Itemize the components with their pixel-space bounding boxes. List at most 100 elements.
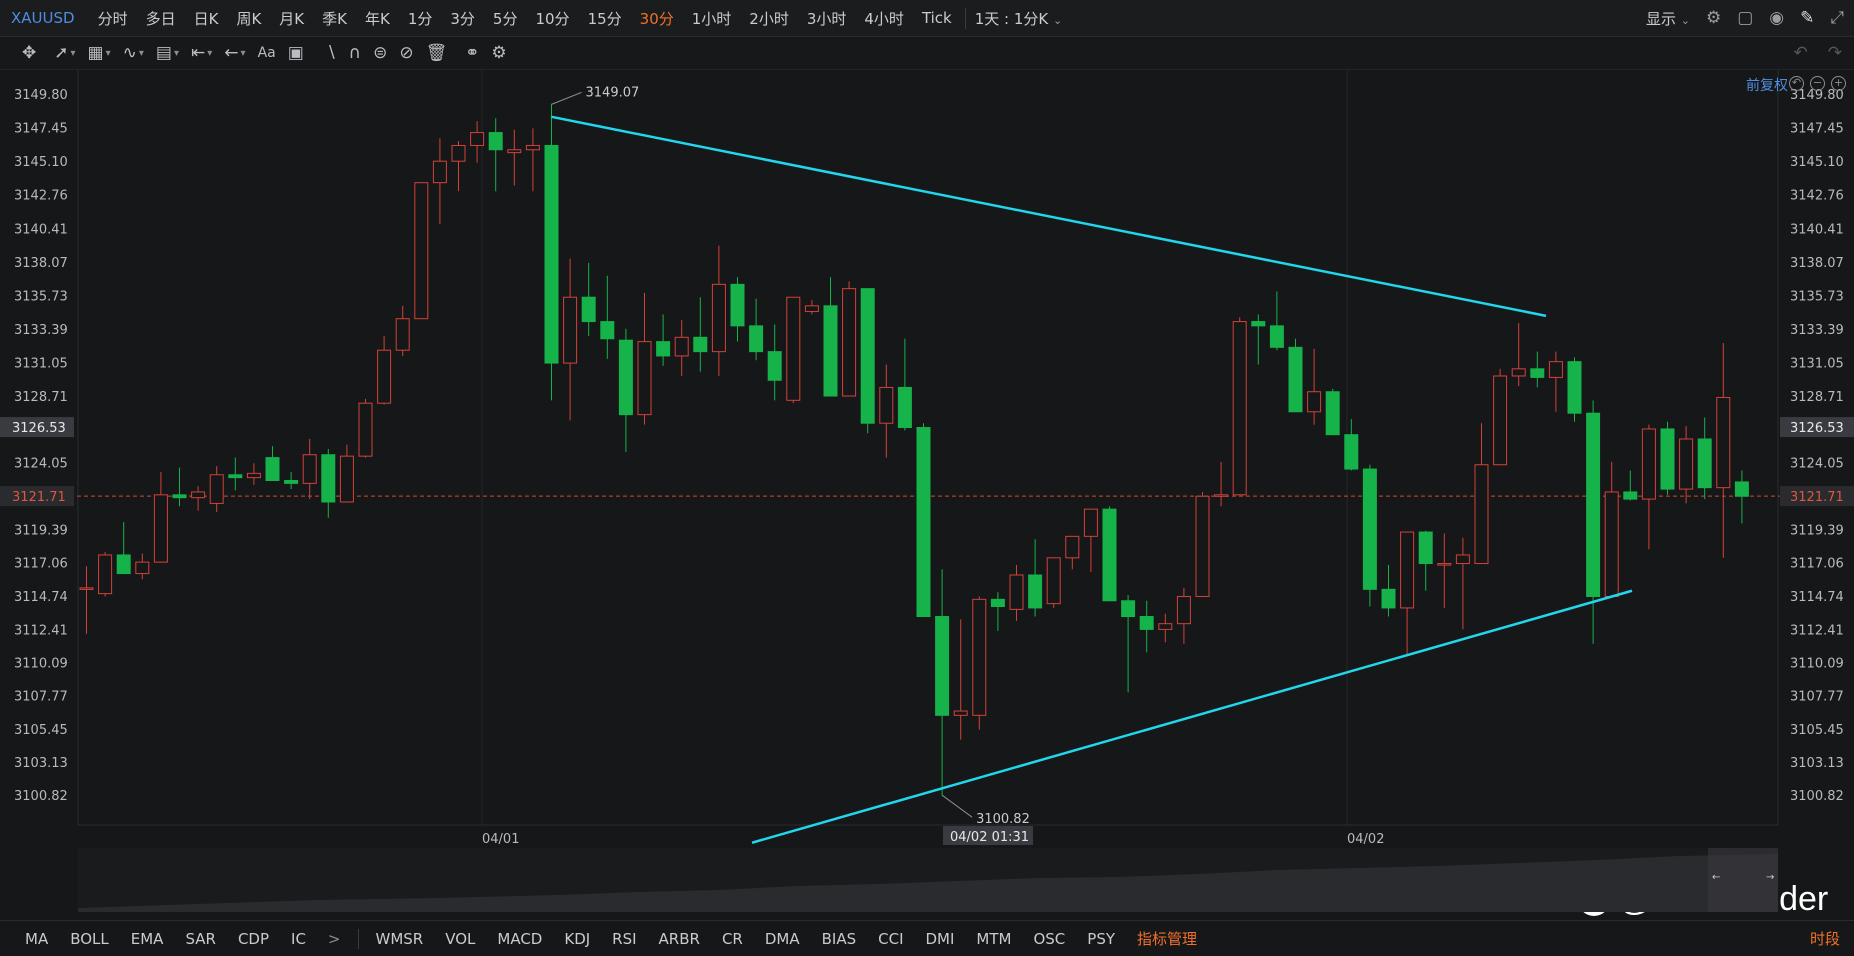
candle-body[interactable] xyxy=(1716,396,1731,489)
candle-body[interactable] xyxy=(1158,623,1173,630)
indicator-dma[interactable]: DMA xyxy=(754,930,811,948)
more-indicators-arrow[interactable]: > xyxy=(317,930,352,948)
navigator-strip[interactable]: ← → xyxy=(78,848,1778,912)
indicator-bias[interactable]: BIAS xyxy=(811,930,868,948)
indicator-boll[interactable]: BOLL xyxy=(59,930,120,948)
candle-body[interactable] xyxy=(1102,508,1117,602)
candle-body[interactable] xyxy=(414,182,429,320)
timeframe-0[interactable]: 分时 xyxy=(89,8,137,29)
candle-body[interactable] xyxy=(749,325,764,353)
candle-body[interactable] xyxy=(432,160,447,184)
timeframe-dropdown[interactable]: 1天 : 1分K ⌄ xyxy=(964,7,1072,29)
lock-drawings-icon[interactable]: ⊜ xyxy=(373,43,387,63)
indicator-ema[interactable]: EMA xyxy=(120,930,175,948)
candle-body[interactable] xyxy=(1176,595,1191,625)
candle-body[interactable] xyxy=(1121,600,1136,618)
camera-icon[interactable]: ◉ xyxy=(1769,9,1784,27)
reset-icon[interactable]: ↶ xyxy=(1789,76,1804,91)
candle-body[interactable] xyxy=(1400,531,1415,609)
candlestick-chart[interactable]: 3149.803149.803147.453147.453145.103145.… xyxy=(0,70,1854,847)
candle-body[interactable] xyxy=(600,321,615,340)
indicator-psy[interactable]: PSY xyxy=(1076,930,1126,948)
navigator-left-handle[interactable]: ← xyxy=(1712,872,1720,883)
candle-body[interactable] xyxy=(1009,574,1024,610)
candle-body[interactable] xyxy=(1437,563,1452,566)
indicator-vol[interactable]: VOL xyxy=(434,930,486,948)
timeframe-12[interactable]: 30分 xyxy=(631,8,683,29)
candle-body[interactable] xyxy=(395,318,410,351)
timeframe-1[interactable]: 多日 xyxy=(137,8,185,29)
channel-tool-icon[interactable]: ▦ ▾ xyxy=(88,43,111,63)
candle-body[interactable] xyxy=(191,491,206,499)
indicator-arbr[interactable]: ARBR xyxy=(648,930,711,948)
timeframe-10[interactable]: 10分 xyxy=(526,8,578,29)
candle-body[interactable] xyxy=(581,296,596,323)
candle-body[interactable] xyxy=(656,341,671,357)
candle-body[interactable] xyxy=(1065,535,1080,559)
candle-body[interactable] xyxy=(172,494,187,499)
candle-body[interactable] xyxy=(544,144,559,364)
candle-body[interactable] xyxy=(1251,321,1266,327)
candle-body[interactable] xyxy=(972,598,987,716)
timeframe-13[interactable]: 1小时 xyxy=(683,8,741,29)
candle-body[interactable] xyxy=(860,288,875,424)
candle-body[interactable] xyxy=(693,336,708,353)
candle-body[interactable] xyxy=(228,474,243,479)
candle-body[interactable] xyxy=(1493,375,1508,466)
indicator-rsi[interactable]: RSI xyxy=(601,930,647,948)
candle-body[interactable] xyxy=(730,283,745,327)
indicator-ma[interactable]: MA xyxy=(14,930,59,948)
candle-body[interactable] xyxy=(1511,368,1526,377)
layout-icon[interactable]: ▢ xyxy=(1737,9,1753,27)
candle-body[interactable] xyxy=(1734,481,1749,497)
candle-body[interactable] xyxy=(1232,321,1247,496)
indicator-macd[interactable]: MACD xyxy=(486,930,553,948)
candle-body[interactable] xyxy=(953,710,968,716)
candle-body[interactable] xyxy=(1381,588,1396,609)
timeframe-4[interactable]: 月K xyxy=(270,8,313,29)
indicator-cdp[interactable]: CDP xyxy=(227,930,280,948)
candle-body[interactable] xyxy=(823,305,838,397)
continuous-draw-icon[interactable]: ∖ xyxy=(326,43,337,63)
candle-body[interactable] xyxy=(265,457,280,482)
candle-body[interactable] xyxy=(246,472,261,479)
indicator-cr[interactable]: CR xyxy=(711,930,754,948)
timeframe-6[interactable]: 年K xyxy=(356,8,399,29)
candle-body[interactable] xyxy=(786,296,801,401)
candle-body[interactable] xyxy=(358,402,373,457)
indicator-ic[interactable]: IC xyxy=(280,930,317,948)
candle-body[interactable] xyxy=(1474,464,1489,565)
candle-body[interactable] xyxy=(525,144,540,151)
arrow-tool-icon[interactable]: ← ▾ xyxy=(224,43,245,63)
indicator-wmsr[interactable]: WMSR xyxy=(365,930,435,948)
indicator-mtm[interactable]: MTM xyxy=(965,930,1022,948)
redo-icon[interactable]: ↷ xyxy=(1828,43,1842,63)
timeframe-5[interactable]: 季K xyxy=(313,8,356,29)
candle-body[interactable] xyxy=(1083,508,1098,537)
candle-body[interactable] xyxy=(116,554,131,575)
timeframe-17[interactable]: Tick xyxy=(913,9,961,27)
candle-body[interactable] xyxy=(563,296,578,364)
measure-tool-icon[interactable]: ⇤ ▾ xyxy=(191,43,212,63)
candle-body[interactable] xyxy=(879,386,894,424)
candle-body[interactable] xyxy=(1604,491,1619,597)
candle-body[interactable] xyxy=(1679,438,1694,490)
chart-area[interactable]: 3149.80 3149.80 3147.45 3147.45 3145.10 3145.… xyxy=(0,70,1854,847)
candle-body[interactable] xyxy=(1325,391,1340,436)
candle-body[interactable] xyxy=(1548,361,1563,378)
candle-body[interactable] xyxy=(1362,468,1377,590)
candle-body[interactable] xyxy=(284,480,299,484)
candle-body[interactable] xyxy=(1139,616,1154,630)
timeframe-9[interactable]: 5分 xyxy=(484,8,527,29)
display-button[interactable]: 显示 ⌄ xyxy=(1646,8,1690,29)
candle-body[interactable] xyxy=(1697,438,1712,489)
compare-icon[interactable]: ⚭ xyxy=(465,43,479,63)
undo-icon[interactable]: ↶ xyxy=(1794,43,1808,63)
text-tool-icon[interactable]: Aa xyxy=(258,45,276,61)
candle-body[interactable] xyxy=(711,283,726,353)
timeframe-3[interactable]: 周K xyxy=(227,8,270,29)
candle-body[interactable] xyxy=(153,494,168,563)
settings-icon[interactable]: ⚙ xyxy=(1706,9,1721,27)
indicator-kdj[interactable]: KDJ xyxy=(553,930,601,948)
candle-body[interactable] xyxy=(451,144,466,162)
